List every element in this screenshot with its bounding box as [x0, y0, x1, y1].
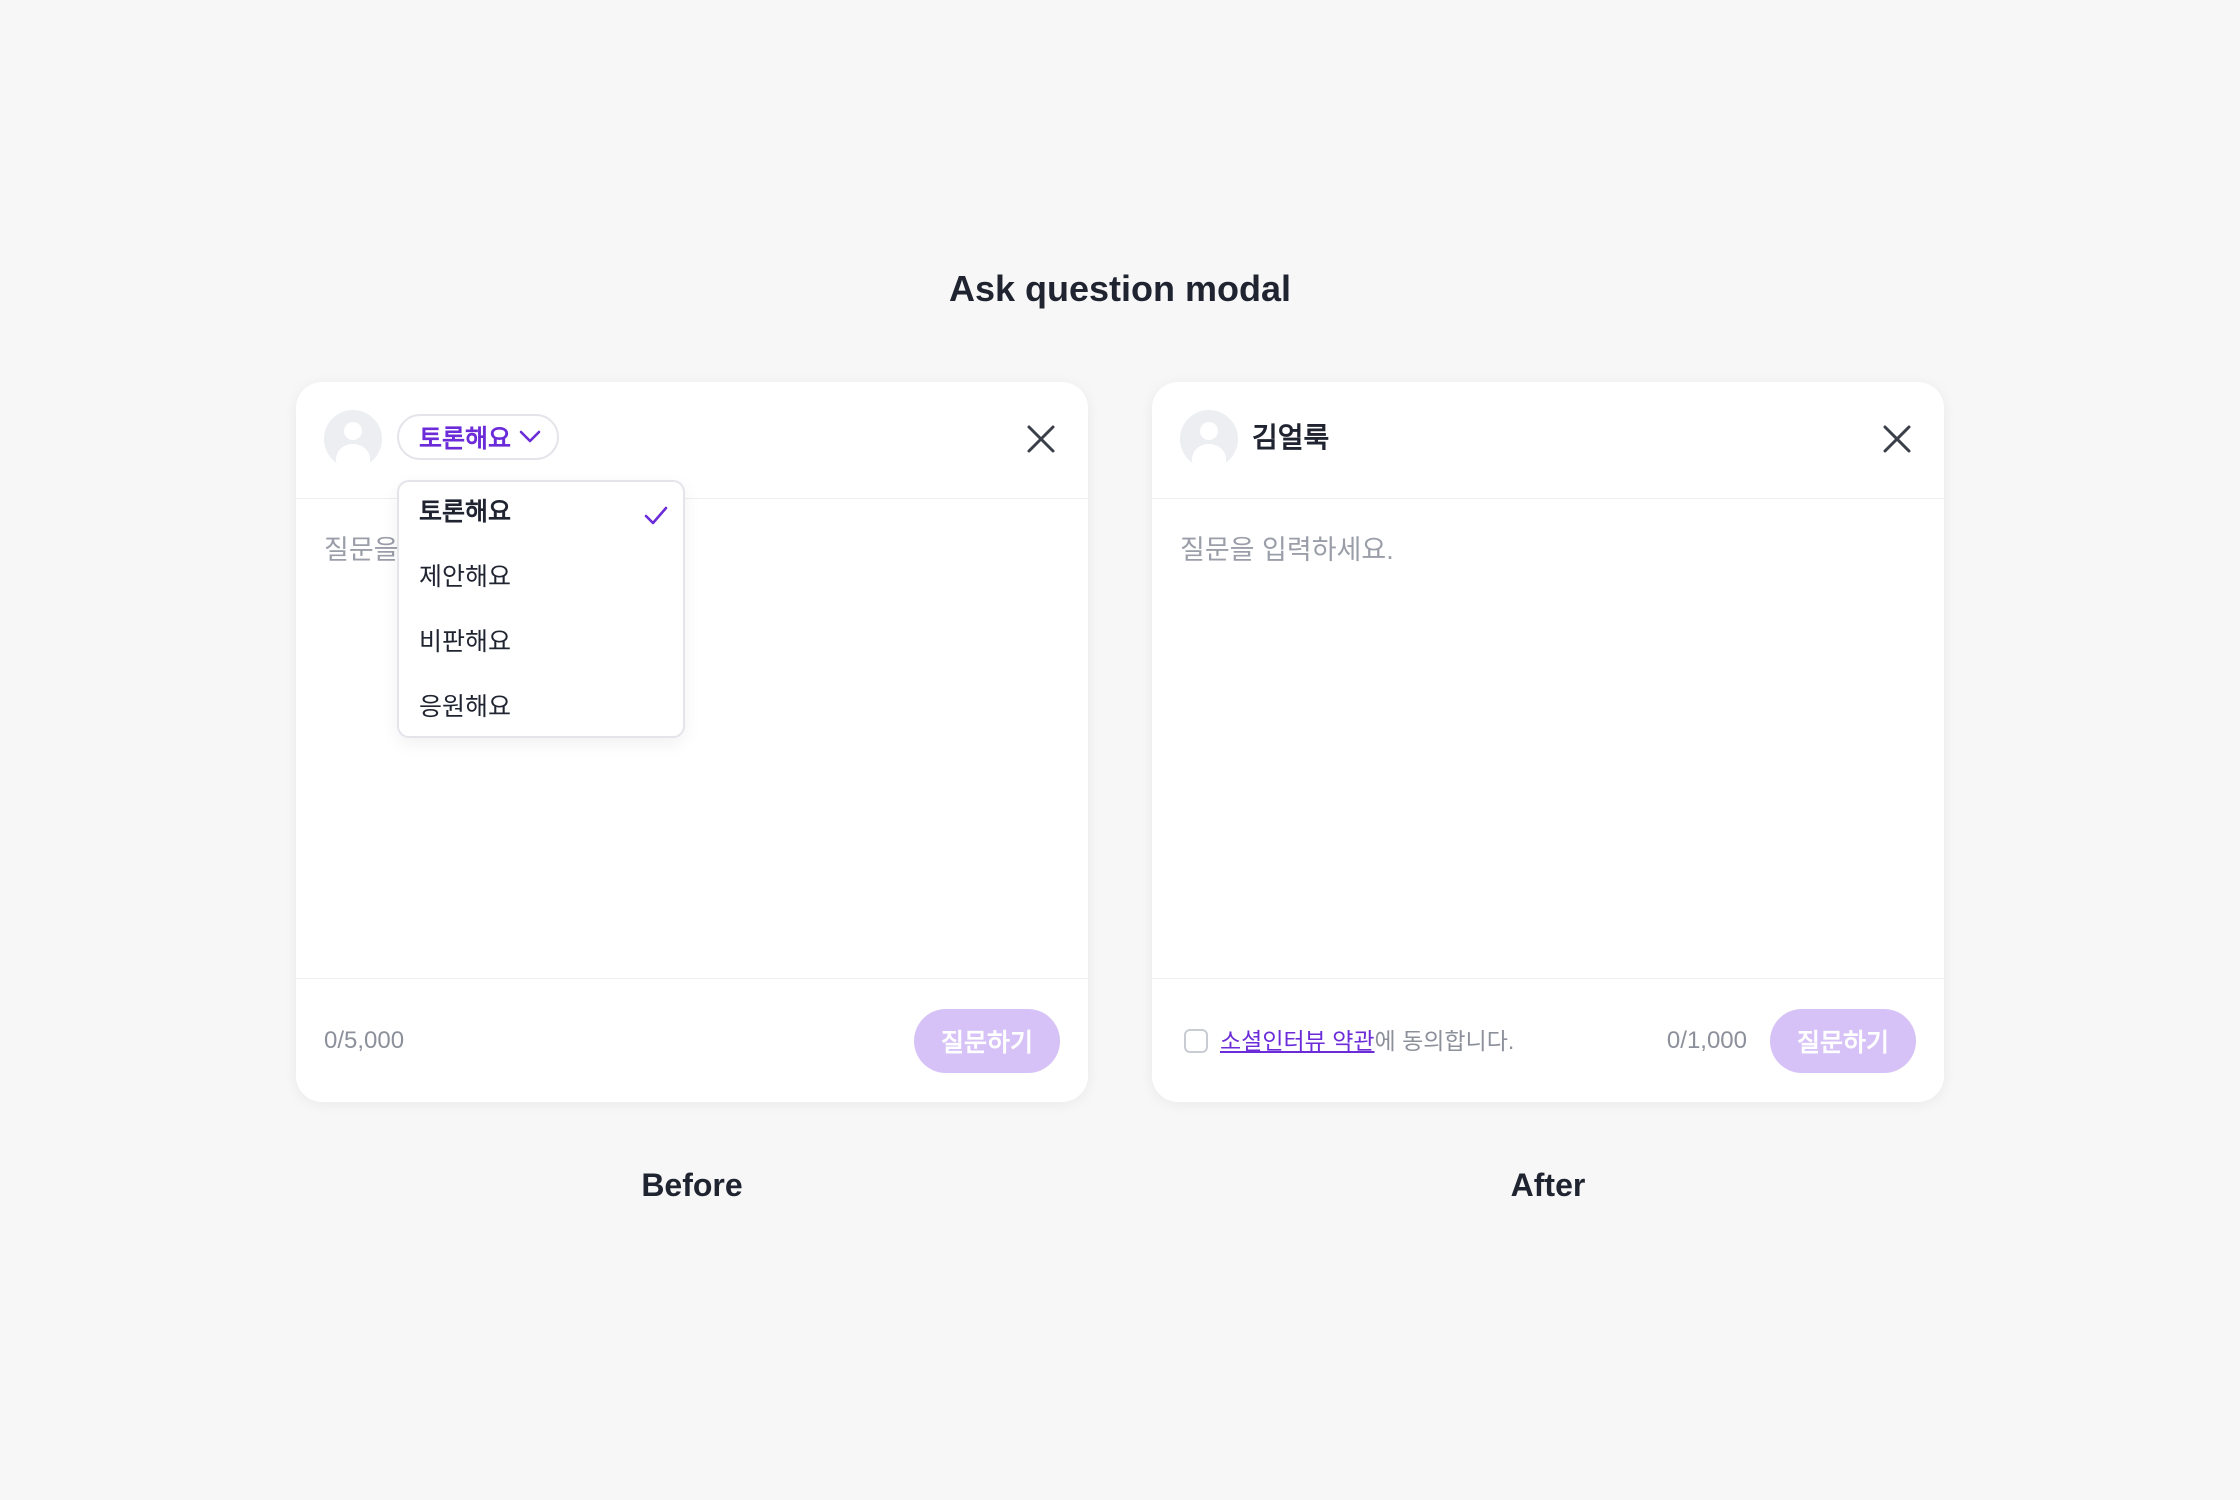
- modal-footer: 0/5,000 질문하기: [296, 978, 1088, 1103]
- category-select[interactable]: 토론해요: [397, 414, 559, 460]
- category-option-support[interactable]: 응원해요: [419, 687, 669, 727]
- submit-question-button[interactable]: 질문하기: [1770, 1009, 1916, 1073]
- terms-agree-text: 에 동의합니다.: [1374, 1028, 1515, 1054]
- character-counter: 0/5,000: [324, 1027, 405, 1054]
- category-selected-label: 토론해요: [419, 425, 512, 453]
- character-counter: 0/1,000: [1666, 1027, 1747, 1054]
- user-avatar-icon: [1180, 410, 1238, 468]
- before-caption: Before: [641, 1167, 743, 1203]
- ask-question-modal-after: 김얼룩 소셜인터뷰 약관 에 동의합니다. 0/1,000 질문하기: [1152, 382, 1944, 1102]
- terms-link[interactable]: 소셜인터뷰 약관: [1220, 1024, 1375, 1058]
- category-option-discuss[interactable]: 토론해요: [419, 492, 669, 532]
- submit-question-button[interactable]: 질문하기: [914, 1009, 1060, 1073]
- modal-footer: 소셜인터뷰 약관 에 동의합니다. 0/1,000 질문하기: [1152, 978, 1944, 1103]
- chevron-down-icon: [519, 430, 541, 444]
- user-avatar-icon: [324, 410, 382, 468]
- close-icon[interactable]: [1024, 422, 1058, 456]
- after-caption: After: [1510, 1167, 1586, 1203]
- terms-checkbox[interactable]: [1184, 1029, 1208, 1053]
- check-icon: [643, 500, 669, 525]
- category-option-criticize[interactable]: 비판해요: [419, 622, 669, 662]
- modal-header: 김얼룩: [1152, 382, 1944, 499]
- category-option-suggest[interactable]: 제안해요: [419, 557, 669, 597]
- question-input[interactable]: [1180, 530, 1916, 830]
- terms-agreement: 소셜인터뷰 약관 에 동의합니다.: [1184, 1024, 1514, 1058]
- page-title: Ask question modal: [948, 268, 1292, 309]
- user-name: 김얼룩: [1252, 422, 1330, 453]
- close-icon[interactable]: [1880, 422, 1914, 456]
- category-dropdown-menu: 토론해요 제안해요 비판해요 응원해요: [397, 480, 685, 738]
